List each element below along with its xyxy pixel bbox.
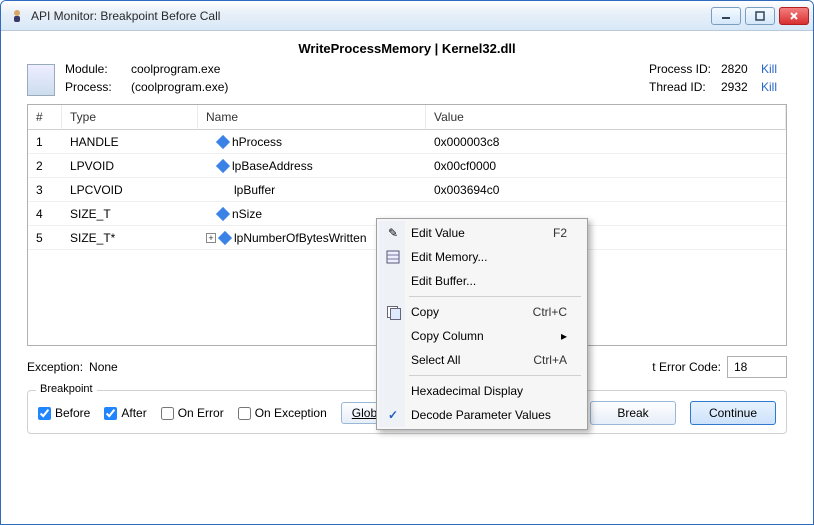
pencil-icon: ✎	[385, 225, 401, 241]
row-name[interactable]: +lpBuffer	[198, 178, 426, 202]
param-icon	[216, 134, 230, 148]
param-icon	[218, 230, 232, 244]
row-num[interactable]: 3	[28, 178, 62, 202]
row-value[interactable]: 0x003694c0	[426, 178, 786, 202]
meta-row: Module: coolprogram.exe Process: (coolpr…	[27, 62, 787, 96]
bp-after-checkbox[interactable]	[104, 407, 117, 420]
break-button[interactable]: Break	[590, 401, 676, 425]
row-type[interactable]: LPCVOID	[62, 178, 198, 202]
row-type[interactable]: SIZE_T*	[62, 226, 198, 250]
expand-icon[interactable]: +	[206, 185, 216, 195]
exception-label: Exception:	[27, 360, 83, 374]
ctx-decode-params[interactable]: ✓ Decode Parameter Values	[379, 403, 585, 427]
row-type[interactable]: SIZE_T	[62, 202, 198, 226]
copy-icon	[385, 304, 401, 320]
last-error-input[interactable]	[727, 356, 787, 378]
row-name[interactable]: lpBaseAddress	[198, 154, 426, 178]
ctx-copy-column[interactable]: Copy Column ▸	[379, 324, 585, 348]
process-label: Process:	[65, 80, 125, 94]
pid-label: Process ID:	[649, 62, 721, 76]
window-title: API Monitor: Breakpoint Before Call	[31, 9, 220, 23]
minimize-button[interactable]	[711, 7, 741, 25]
checkmark-icon: ✓	[385, 407, 401, 423]
bp-on-exception-checkbox[interactable]	[238, 407, 251, 420]
param-icon	[216, 158, 230, 172]
close-button[interactable]	[779, 7, 809, 25]
process-value: (coolprogram.exe)	[131, 80, 228, 94]
row-type[interactable]: HANDLE	[62, 130, 198, 154]
row-name[interactable]: hProcess	[198, 130, 426, 154]
bp-on-error-checkbox[interactable]	[161, 407, 174, 420]
bp-before[interactable]: Before	[38, 406, 90, 420]
api-heading: WriteProcessMemory | Kernel32.dll	[27, 41, 787, 56]
row-value[interactable]: 0x000003c8	[426, 130, 786, 154]
param-icon	[216, 206, 230, 220]
ctx-edit-memory[interactable]: Edit Memory...	[379, 245, 585, 269]
bp-on-error[interactable]: On Error	[161, 406, 224, 420]
tid-label: Thread ID:	[649, 80, 721, 94]
bp-on-exception[interactable]: On Exception	[238, 406, 327, 420]
param-icon	[218, 182, 232, 196]
submenu-arrow-icon: ▸	[561, 329, 567, 343]
row-num[interactable]: 1	[28, 130, 62, 154]
ctx-hex-display[interactable]: Hexadecimal Display	[379, 379, 585, 403]
kill-thread-link[interactable]: Kill	[761, 80, 787, 94]
breakpoint-legend: Breakpoint	[36, 383, 97, 395]
tid-value: 2932	[721, 80, 761, 94]
continue-button[interactable]: Continue	[690, 401, 776, 425]
ctx-edit-value[interactable]: ✎ Edit Value F2	[379, 221, 585, 245]
context-menu: ✎ Edit Value F2 Edit Memory... Edit Buff…	[376, 218, 588, 430]
titlebar[interactable]: API Monitor: Breakpoint Before Call	[1, 1, 813, 31]
bp-after[interactable]: After	[104, 406, 146, 420]
ctx-edit-buffer[interactable]: Edit Buffer...	[379, 269, 585, 293]
column-header-num[interactable]: #	[28, 105, 62, 130]
column-header-value[interactable]: Value	[426, 105, 786, 130]
app-icon	[9, 8, 25, 24]
row-num[interactable]: 5	[28, 226, 62, 250]
bp-before-checkbox[interactable]	[38, 407, 51, 420]
row-type[interactable]: LPVOID	[62, 154, 198, 178]
window-controls	[711, 7, 809, 25]
module-label: Module:	[65, 62, 125, 76]
row-num[interactable]: 2	[28, 154, 62, 178]
expand-icon[interactable]: +	[206, 233, 216, 243]
module-icon	[27, 64, 55, 96]
column-header-name[interactable]: Name	[198, 105, 426, 130]
module-value: coolprogram.exe	[131, 62, 228, 76]
column-header-type[interactable]: Type	[62, 105, 198, 130]
ctx-select-all[interactable]: Select All Ctrl+A	[379, 348, 585, 372]
row-value[interactable]: 0x00cf0000	[426, 154, 786, 178]
row-num[interactable]: 4	[28, 202, 62, 226]
memory-icon	[385, 249, 401, 265]
last-error-label: t Error Code:	[652, 360, 721, 374]
pid-value: 2820	[721, 62, 761, 76]
ctx-copy[interactable]: Copy Ctrl+C	[379, 300, 585, 324]
kill-process-link[interactable]: Kill	[761, 62, 787, 76]
exception-value: None	[89, 360, 118, 374]
maximize-button[interactable]	[745, 7, 775, 25]
